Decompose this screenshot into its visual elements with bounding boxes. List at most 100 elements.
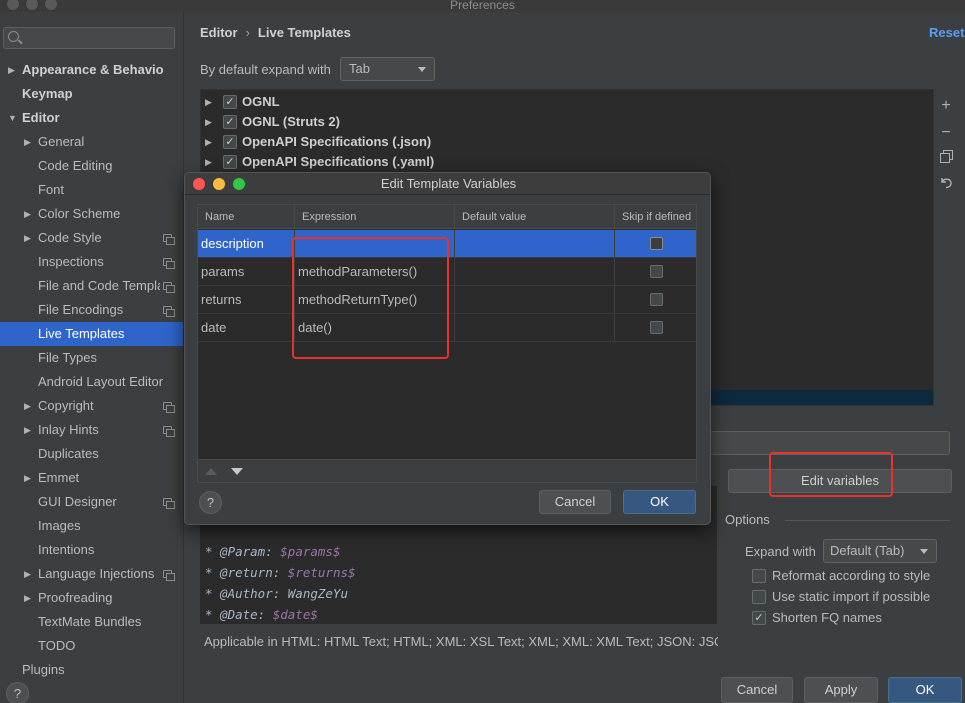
- variable-name-cell[interactable]: date: [198, 314, 295, 342]
- skip-if-defined-checkbox[interactable]: [650, 293, 663, 306]
- apply-button[interactable]: Apply: [804, 677, 878, 703]
- variable-name-cell[interactable]: params: [198, 258, 295, 286]
- collapsed-arrow-icon[interactable]: ▶: [205, 112, 212, 132]
- template-group-checkbox[interactable]: ✓: [223, 155, 237, 169]
- template-group-label: OpenAPI Specifications (.yaml): [242, 154, 435, 169]
- sidebar-item-label: General: [38, 134, 85, 149]
- dialog-help-button[interactable]: ?: [199, 491, 222, 514]
- sidebar-item[interactable]: File Encodings: [0, 298, 183, 322]
- variable-default-cell[interactable]: [455, 258, 615, 286]
- settings-search-input[interactable]: [3, 27, 175, 49]
- expand-key-dropdown[interactable]: Tab: [340, 57, 435, 81]
- help-button[interactable]: ?: [6, 682, 29, 703]
- collapsed-arrow-icon[interactable]: ▶: [24, 418, 31, 442]
- collapsed-arrow-icon[interactable]: ▶: [24, 202, 31, 226]
- dialog-cancel-button[interactable]: Cancel: [539, 490, 611, 514]
- template-group-checkbox[interactable]: ✓: [223, 135, 237, 149]
- sidebar-item[interactable]: Plugins: [0, 658, 183, 682]
- sidebar-item[interactable]: Images: [0, 514, 183, 538]
- project-scope-icon: [163, 570, 175, 581]
- move-up-icon[interactable]: [205, 468, 217, 475]
- variable-name-cell[interactable]: returns: [198, 286, 295, 314]
- template-group-row[interactable]: ▶ ✓ OpenAPI Specifications (.yaml): [201, 152, 601, 172]
- sidebar-item[interactable]: ▶ Appearance & Behavior: [0, 58, 183, 82]
- ok-button[interactable]: OK: [888, 677, 962, 703]
- sidebar-item[interactable]: GUI Designer: [0, 490, 183, 514]
- collapsed-arrow-icon[interactable]: ▶: [24, 130, 31, 154]
- variable-default-cell[interactable]: [455, 230, 615, 258]
- sidebar-item[interactable]: Android Layout Editor: [0, 370, 183, 394]
- restore-template-button[interactable]: [937, 176, 955, 194]
- skip-if-defined-checkbox[interactable]: [650, 265, 663, 278]
- option-checkbox[interactable]: [752, 590, 766, 604]
- expand-with-dropdown[interactable]: Default (Tab): [823, 539, 937, 563]
- collapsed-arrow-icon[interactable]: ▶: [205, 132, 212, 152]
- sidebar-item[interactable]: ▼ Editor: [0, 106, 183, 130]
- sidebar-item[interactable]: Keymap: [0, 82, 183, 106]
- option-checkbox[interactable]: [752, 569, 766, 583]
- collapsed-arrow-icon[interactable]: ▶: [24, 394, 31, 418]
- dialog-title: Edit Template Variables: [380, 176, 517, 191]
- sidebar-item[interactable]: File and Code Templa: [0, 274, 183, 298]
- sidebar-item[interactable]: ▶ General: [0, 130, 183, 154]
- sidebar-item[interactable]: Inspections: [0, 250, 183, 274]
- reset-link[interactable]: Reset: [929, 25, 964, 40]
- collapsed-arrow-icon[interactable]: ▶: [8, 58, 15, 82]
- collapsed-arrow-icon[interactable]: ▶: [24, 586, 31, 610]
- variable-name-cell[interactable]: description: [198, 230, 295, 258]
- column-header-skip-if-defined[interactable]: Skip if defined: [615, 205, 696, 229]
- code-variable: $params$: [280, 544, 341, 559]
- copy-template-button[interactable]: [937, 150, 955, 168]
- template-group-checkbox[interactable]: ✓: [223, 95, 237, 109]
- expanded-arrow-icon[interactable]: ▼: [8, 106, 17, 130]
- remove-template-button[interactable]: −: [937, 124, 955, 142]
- column-header-default-value[interactable]: Default value: [455, 205, 615, 229]
- table-header: Name Expression Default value Skip if de…: [198, 205, 696, 229]
- sidebar-item[interactable]: ▶ Emmet: [0, 466, 183, 490]
- sidebar-item[interactable]: TODO: [0, 634, 183, 658]
- template-group-label: OGNL: [242, 94, 280, 109]
- sidebar-item[interactable]: ▶ Proofreading: [0, 586, 183, 610]
- sidebar-item[interactable]: Intentions: [0, 538, 183, 562]
- collapsed-arrow-icon[interactable]: ▶: [24, 562, 31, 586]
- template-group-row[interactable]: ▶ ✓ OpenAPI Specifications (.json): [201, 132, 601, 152]
- applicable-contexts[interactable]: Applicable in HTML: HTML Text; HTML; XML…: [204, 634, 718, 649]
- option-checkbox[interactable]: ✓: [752, 611, 766, 625]
- column-header-expression[interactable]: Expression: [295, 205, 455, 229]
- project-scope-icon: [163, 258, 175, 269]
- sidebar-item-label: GUI Designer: [38, 494, 117, 509]
- edit-template-variables-dialog: Edit Template Variables Name Expression …: [184, 172, 711, 525]
- sidebar-item[interactable]: File Types: [0, 346, 183, 370]
- collapsed-arrow-icon[interactable]: ▶: [205, 152, 212, 172]
- template-group-row[interactable]: ▶ ✓ OGNL (Struts 2): [201, 112, 601, 132]
- add-template-button[interactable]: +: [937, 97, 955, 115]
- sidebar-item[interactable]: ▶ Inlay Hints: [0, 418, 183, 442]
- variable-default-cell[interactable]: [455, 286, 615, 314]
- collapsed-arrow-icon[interactable]: ▶: [24, 466, 31, 490]
- breadcrumb-parent[interactable]: Editor: [200, 25, 238, 40]
- sidebar-item[interactable]: Font: [0, 178, 183, 202]
- sidebar-item-label: TextMate Bundles: [38, 614, 142, 629]
- sidebar-item[interactable]: ▶ Code Style: [0, 226, 183, 250]
- collapsed-arrow-icon[interactable]: ▶: [205, 92, 212, 112]
- project-scope-icon: [163, 282, 175, 293]
- sidebar-item[interactable]: ▶ Copyright: [0, 394, 183, 418]
- skip-if-defined-checkbox[interactable]: [650, 237, 663, 250]
- sidebar-item[interactable]: Code Editing: [0, 154, 183, 178]
- sidebar-item[interactable]: Duplicates: [0, 442, 183, 466]
- sidebar-item[interactable]: ▶ Color Scheme: [0, 202, 183, 226]
- template-group-checkbox[interactable]: ✓: [223, 115, 237, 129]
- breadcrumb: Editor › Live Templates: [200, 25, 351, 40]
- skip-if-defined-checkbox[interactable]: [650, 321, 663, 334]
- move-down-icon[interactable]: [231, 468, 243, 475]
- variable-default-cell[interactable]: [455, 314, 615, 342]
- collapsed-arrow-icon[interactable]: ▶: [24, 226, 31, 250]
- sidebar-item[interactable]: Live Templates: [0, 322, 183, 346]
- code-variable: $returns$: [287, 565, 356, 580]
- template-group-row[interactable]: ▶ ✓ OGNL: [201, 92, 601, 112]
- sidebar-item[interactable]: TextMate Bundles: [0, 610, 183, 634]
- cancel-button[interactable]: Cancel: [721, 677, 793, 703]
- dialog-ok-button[interactable]: OK: [623, 490, 696, 514]
- sidebar-item[interactable]: ▶ Language Injections: [0, 562, 183, 586]
- column-header-name[interactable]: Name: [198, 205, 295, 229]
